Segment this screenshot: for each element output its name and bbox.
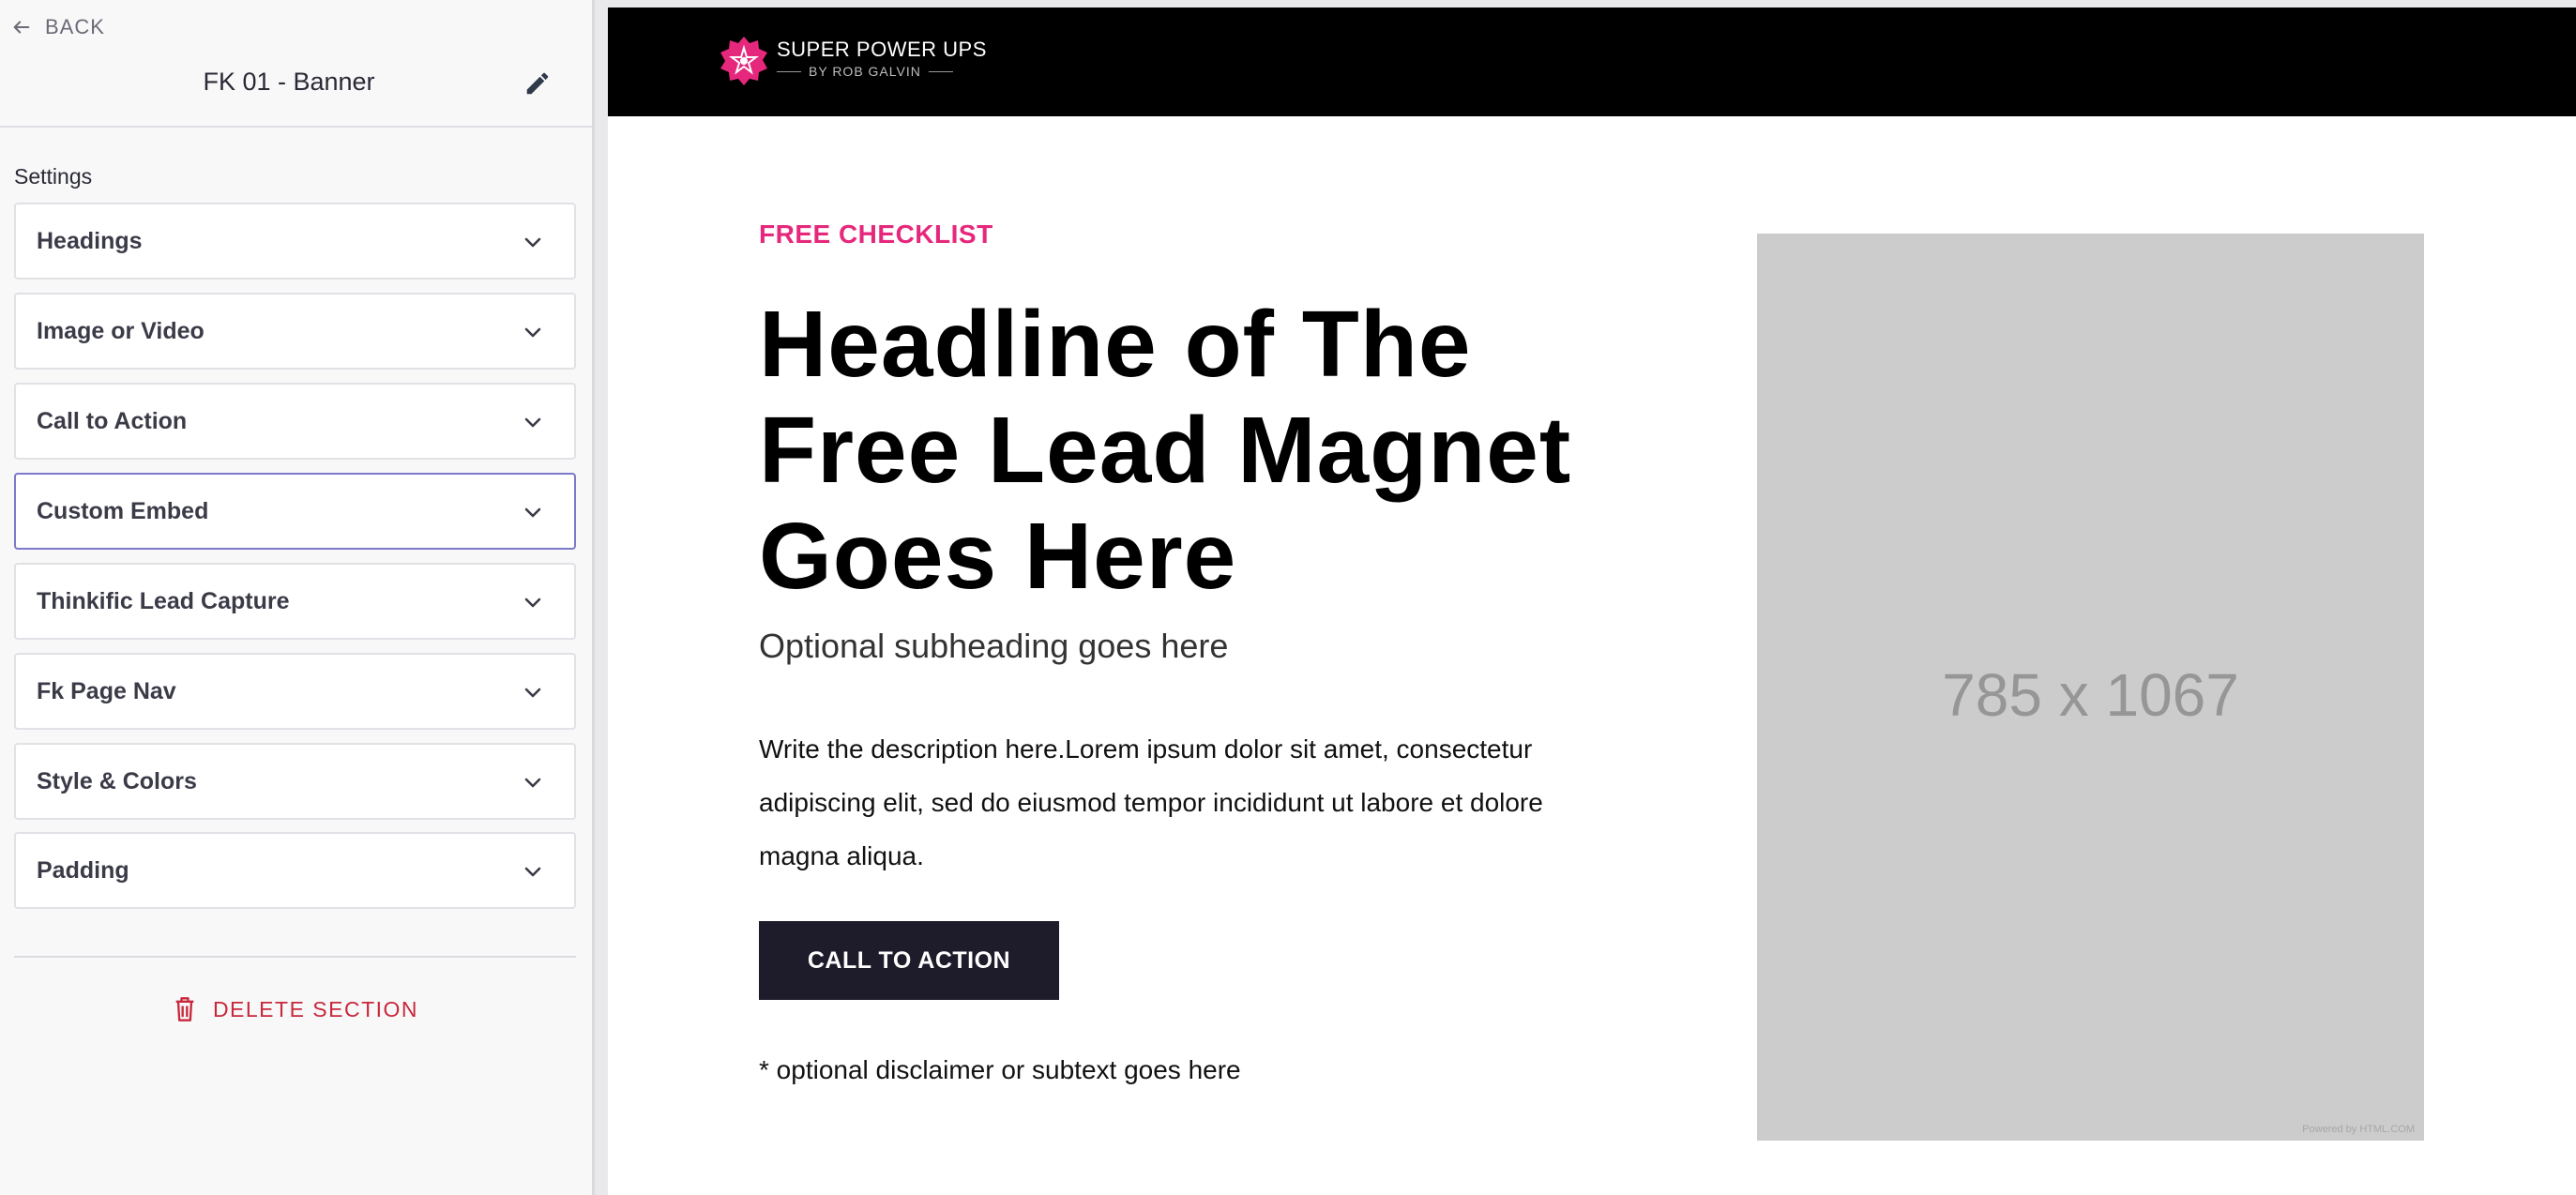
headline-line: Headline of The (759, 292, 1472, 397)
settings-sidebar: BACK FK 01 - Banner Settings Headings Im… (0, 0, 595, 1195)
subheading: Optional subheading goes here (759, 627, 1229, 665)
accordion-label: Thinkific Lead Capture (37, 587, 290, 614)
pencil-icon[interactable] (523, 69, 552, 98)
placeholder-dimensions: 785 x 1067 (1942, 661, 2239, 729)
accordion-label: Headings (37, 227, 143, 254)
eyebrow-label: FREE CHECKLIST (759, 219, 993, 249)
sidebar-divider (0, 126, 592, 128)
arrow-left-icon (13, 21, 30, 34)
back-button[interactable]: BACK (11, 15, 105, 39)
disclaimer: * optional disclaimer or subtext goes he… (759, 1055, 1241, 1084)
site-header: SUPER POWER UPS BY ROB GALVIN (608, 8, 2576, 116)
accordion-padding[interactable]: Padding (14, 832, 576, 909)
logo-title: SUPER POWER UPS (777, 38, 987, 61)
accordion-label: Call to Action (37, 407, 188, 434)
accordion-style-and-colors[interactable]: Style & Colors (14, 743, 576, 820)
accordion-call-to-action[interactable]: Call to Action (14, 383, 576, 460)
accordion-label: Image or Video (37, 317, 205, 344)
logo-rule (777, 70, 801, 72)
accordion-label: Fk Page Nav (37, 677, 176, 704)
back-label: BACK (45, 15, 105, 38)
logo-subtitle: BY ROB GALVIN (777, 64, 953, 79)
page-preview: SUPER POWER UPS BY ROB GALVIN FREE CHECK… (608, 8, 2576, 1195)
description-line: Write the description here.Lorem ipsum d… (759, 734, 1533, 764)
description-line: magna aliqua. (759, 841, 924, 870)
chevron-down-icon (524, 417, 541, 428)
headline: Headline of The Free Lead Magnet Goes He… (759, 292, 1659, 610)
delete-section-label: DELETE SECTION (212, 996, 419, 1021)
chevron-down-icon (524, 237, 541, 248)
trash-icon (175, 997, 194, 1021)
chevron-down-icon (524, 598, 541, 608)
headline-line: Free Lead Magnet (759, 398, 1572, 503)
chevron-down-icon (524, 867, 541, 877)
chevron-down-icon (524, 688, 541, 698)
image-placeholder[interactable]: 785 x 1067 Powered by HTML.COM (1757, 234, 2424, 1141)
description-line: adipiscing elit, sed do eiusmod tempor i… (759, 788, 1543, 817)
accordion-label: Custom Embed (37, 497, 209, 524)
delete-section-button[interactable]: DELETE SECTION (0, 996, 592, 1022)
logo-star-icon (720, 37, 767, 85)
accordion-thinkific-lead-capture[interactable]: Thinkific Lead Capture (14, 563, 576, 640)
accordion-image-or-video[interactable]: Image or Video (14, 293, 576, 370)
cta-button[interactable]: CALL TO ACTION (759, 921, 1059, 1000)
logo-rule (928, 70, 953, 72)
chevron-down-icon (524, 507, 541, 518)
headline-line: Goes Here (759, 504, 1237, 609)
accordion-label: Padding (37, 856, 129, 884)
placeholder-powered-by: Powered by HTML.COM (2302, 1124, 2415, 1135)
panel-title: FK 01 - Banner (203, 68, 375, 96)
logo-subtitle-text: BY ROB GALVIN (809, 64, 921, 79)
accordion-fk-page-nav[interactable]: Fk Page Nav (14, 653, 576, 730)
settings-heading: Settings (14, 164, 93, 189)
accordion-label: Style & Colors (37, 767, 197, 794)
chevron-down-icon (524, 778, 541, 788)
description: Write the description here.Lorem ipsum d… (759, 722, 1603, 883)
bottom-divider (14, 956, 576, 958)
chevron-down-icon (524, 327, 541, 338)
accordion-custom-embed[interactable]: Custom Embed (14, 473, 576, 550)
accordion-headings[interactable]: Headings (14, 203, 576, 280)
